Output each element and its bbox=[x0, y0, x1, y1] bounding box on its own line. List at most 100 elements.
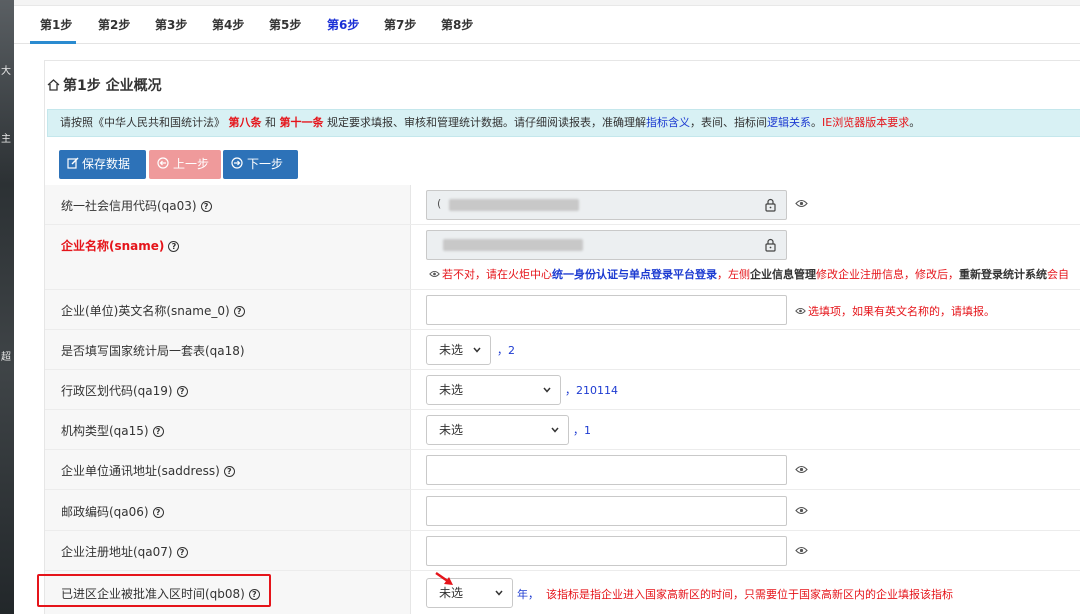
hint-link-sso[interactable]: 统一身份认证与单点登录平台登录 bbox=[552, 268, 717, 281]
label-cell: 企业注册地址(qa07)? bbox=[45, 531, 411, 570]
qa15-select[interactable]: 未选 bbox=[426, 415, 569, 445]
hint-text: 若不对，请在火炬中心 bbox=[442, 268, 552, 281]
field-label-text: 邮政编码(qa06) bbox=[61, 505, 149, 519]
label-cell: 企业单位通讯地址(saddress)? bbox=[45, 450, 411, 489]
notice-link-ie-version[interactable]: IE浏览器版本要求 bbox=[822, 116, 909, 129]
notice-link-article-11[interactable]: 第十一条 bbox=[280, 116, 324, 129]
address-input[interactable] bbox=[426, 455, 787, 485]
field-label-text: 企业单位通讯地址(saddress) bbox=[61, 464, 220, 478]
tab-step-3[interactable]: 第3步 bbox=[155, 16, 187, 33]
tab-step-2[interactable]: 第2步 bbox=[98, 16, 130, 33]
notice-text: ，表间、指标间 bbox=[690, 116, 767, 129]
hint-text: ，左侧 bbox=[717, 268, 750, 281]
label-cell: 邮政编码(qa06)? bbox=[45, 490, 411, 530]
redacted-value bbox=[449, 199, 579, 211]
field-label-sname: 企业名称(sname)? bbox=[61, 237, 180, 254]
field-label-text: 行政区划代码(qa19) bbox=[61, 384, 173, 398]
company-name-field[interactable] bbox=[426, 230, 787, 260]
select-value: 未选 bbox=[439, 383, 464, 397]
field-label-text: 统一社会信用代码(qa03) bbox=[61, 199, 197, 213]
save-button[interactable]: 保存数据 bbox=[59, 150, 146, 179]
active-tab-indicator bbox=[30, 41, 76, 44]
form-row-qa06: 邮政编码(qa06)? bbox=[45, 490, 1080, 531]
eye-icon bbox=[795, 308, 806, 314]
help-icon[interactable]: ? bbox=[223, 466, 235, 477]
field-label-saddress: 企业单位通讯地址(saddress)? bbox=[61, 462, 235, 479]
qa19-value: ，210114 bbox=[565, 384, 618, 397]
help-icon[interactable]: ? bbox=[176, 386, 188, 397]
qa18-select[interactable]: 未选 bbox=[426, 335, 491, 365]
form-row-qa15: 机构类型(qa15)? 未选 ，1 bbox=[45, 410, 1080, 450]
hint-text: 会自 bbox=[1047, 268, 1069, 281]
help-icon[interactable]: ? bbox=[233, 306, 245, 317]
field-label-qa19: 行政区划代码(qa19)? bbox=[61, 382, 188, 399]
form-row-qa18: 是否填写国家统计局一套表(qa18) 未选 ，2 bbox=[45, 330, 1080, 370]
help-icon[interactable]: ? bbox=[168, 241, 180, 252]
hint-link-relogin[interactable]: 重新登录统计系统 bbox=[959, 268, 1047, 281]
eye-icon[interactable] bbox=[795, 465, 808, 474]
notice-text: 和 bbox=[265, 116, 276, 129]
notice-link-indicator-meaning[interactable]: 指标含义 bbox=[646, 116, 690, 129]
page-title-text: 第1步 企业概况 bbox=[63, 78, 162, 94]
label-cell: 是否填写国家统计局一套表(qa18) bbox=[45, 330, 411, 369]
side-char: 主 bbox=[1, 134, 11, 145]
registered-address-input[interactable] bbox=[426, 536, 787, 566]
save-button-label: 保存数据 bbox=[82, 157, 131, 171]
field-label-text: 企业(单位)英文名称(sname_0) bbox=[61, 304, 230, 318]
redacted-value bbox=[443, 239, 583, 251]
notice-text: 请按照《中华人民共和国统计法》 bbox=[60, 116, 225, 129]
label-cell: 机构类型(qa15)? bbox=[45, 410, 411, 449]
next-button[interactable]: 下一步 bbox=[223, 150, 298, 179]
prev-button[interactable]: 上一步 bbox=[149, 150, 221, 179]
form-row-sname: 企业名称(sname)? 若不对，请在火炬中心统一身份认证与单点登录平台登录，左… bbox=[45, 225, 1080, 290]
help-icon[interactable]: ? bbox=[152, 507, 164, 518]
help-icon[interactable]: ? bbox=[176, 547, 188, 558]
label-cell: 企业名称(sname)? bbox=[45, 225, 411, 289]
tab-step-4[interactable]: 第4步 bbox=[212, 16, 244, 33]
main-panel: 第1步 企业概况 请按照《中华人民共和国统计法》 第八条 和 第十一条 规定要求… bbox=[44, 60, 1080, 614]
english-name-input[interactable] bbox=[426, 295, 787, 325]
notice-text: 。 bbox=[909, 116, 921, 129]
chevron-down-icon bbox=[495, 590, 503, 596]
qa18-value: ，2 bbox=[497, 344, 515, 357]
eye-icon[interactable] bbox=[795, 506, 808, 515]
help-icon[interactable]: ? bbox=[200, 201, 212, 212]
page-title: 第1步 企业概况 bbox=[47, 75, 162, 95]
lock-icon bbox=[765, 238, 776, 252]
credit-code-field[interactable]: ( bbox=[426, 190, 787, 220]
arrow-annotation-icon bbox=[435, 572, 453, 585]
chevron-down-icon bbox=[551, 427, 559, 433]
company-name-hint: 若不对，请在火炬中心统一身份认证与单点登录平台登录，左侧企业信息管理修改企业注册… bbox=[429, 266, 1069, 282]
notice-link-article-8[interactable]: 第八条 bbox=[229, 116, 262, 129]
english-name-hint: 选填项，如果有英文名称的，请填报。 bbox=[795, 303, 995, 319]
form-row-qa19: 行政区划代码(qa19)? 未选 ，210114 bbox=[45, 370, 1080, 410]
field-label-qa07: 企业注册地址(qa07)? bbox=[61, 543, 188, 560]
select-value: 未选 bbox=[439, 343, 464, 357]
step-tabs: 第1步 第2步 第3步 第4步 第5步 第6步 第7步 第8步 bbox=[14, 6, 1080, 44]
prev-button-label: 上一步 bbox=[173, 157, 210, 171]
tab-step-6[interactable]: 第6步 bbox=[327, 16, 359, 33]
label-cell: 企业(单位)英文名称(sname_0)? bbox=[45, 290, 411, 329]
field-label-qa03: 统一社会信用代码(qa03)? bbox=[61, 197, 212, 214]
field-label-text: 机构类型(qa15) bbox=[61, 424, 149, 438]
side-char: 超 bbox=[1, 352, 11, 363]
field-label-text: 企业名称(sname) bbox=[61, 239, 165, 253]
eye-icon[interactable] bbox=[795, 199, 808, 208]
postal-code-input[interactable] bbox=[426, 496, 787, 526]
hint-link-company-info[interactable]: 企业信息管理 bbox=[750, 268, 816, 281]
notice-link-logic[interactable]: 逻辑关系 bbox=[767, 116, 811, 129]
tab-step-1[interactable]: 第1步 bbox=[40, 16, 72, 33]
qa19-select[interactable]: 未选 bbox=[426, 375, 561, 405]
tab-step-8[interactable]: 第8步 bbox=[441, 16, 473, 33]
eye-icon[interactable] bbox=[795, 546, 808, 555]
form-row-sname-0: 企业(单位)英文名称(sname_0)? 选填项，如果有英文名称的，请填报。 bbox=[45, 290, 1080, 330]
select-value: 未选 bbox=[439, 423, 464, 437]
label-cell: 行政区划代码(qa19)? bbox=[45, 370, 411, 409]
highlight-box bbox=[37, 574, 271, 607]
field-label-qa15: 机构类型(qa15)? bbox=[61, 422, 164, 439]
tab-step-7[interactable]: 第7步 bbox=[384, 16, 416, 33]
edit-icon bbox=[67, 157, 79, 169]
form-row-qa07: 企业注册地址(qa07)? bbox=[45, 531, 1080, 571]
tab-step-5[interactable]: 第5步 bbox=[269, 16, 301, 33]
help-icon[interactable]: ? bbox=[152, 426, 164, 437]
